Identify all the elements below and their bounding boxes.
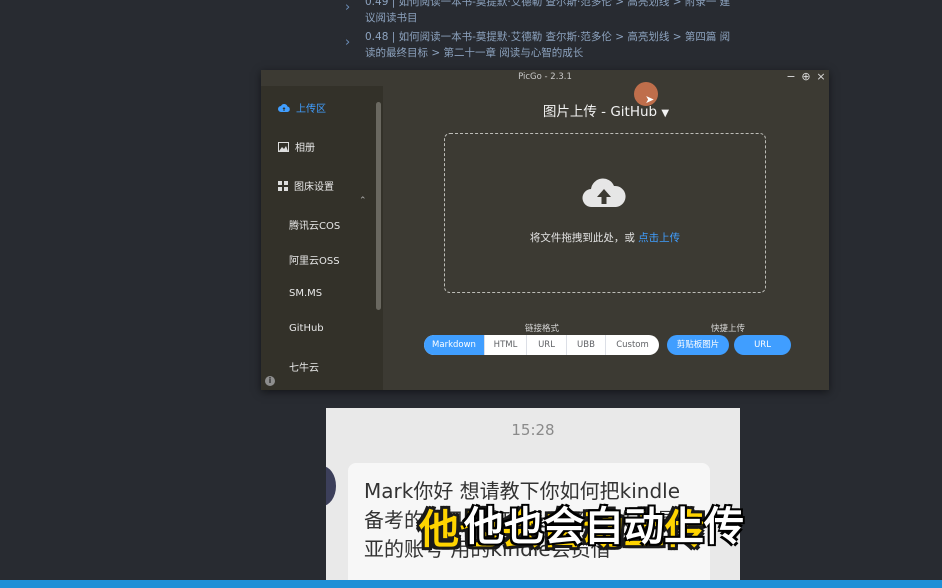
chevron-up-icon[interactable]: ⌃ xyxy=(359,196,367,206)
minimize-icon[interactable]: − xyxy=(785,71,797,83)
dropzone-hint: 将文件拖拽到此处，或 xyxy=(529,232,635,244)
quick-upload-label: 快捷上传 xyxy=(711,324,746,334)
video-caption: 他也会自动上传 xyxy=(464,494,744,552)
sidebar-item-aliyun-oss[interactable]: 阿里云OSS xyxy=(289,252,340,267)
image-icon xyxy=(278,141,289,152)
close-icon[interactable]: × xyxy=(815,71,827,83)
sidebar-item-album[interactable]: 相册 xyxy=(278,139,315,154)
list-item-text: 0.48 | 如何阅读一本书-莫提默·艾德勒 查尔斯·范多伦 > 高亮划线 > … xyxy=(365,31,731,59)
sidebar-item-upload[interactable]: 上传区 xyxy=(278,100,326,115)
dropzone-text: 将文件拖拽到此处，或 点击上传 xyxy=(445,230,765,245)
add-icon[interactable]: ⊕ xyxy=(800,71,812,83)
info-icon[interactable]: i xyxy=(265,376,275,386)
sidebar: 上传区 相册 图床设置 ⌃ 腾讯云COS 阿里云OSS SM.MS GitHub… xyxy=(261,86,383,390)
format-url-button[interactable]: URL xyxy=(527,335,567,355)
sidebar-item-smms[interactable]: SM.MS xyxy=(289,288,322,299)
cloud-upload-icon xyxy=(278,103,290,112)
picgo-window: PicGo - 2.3.1 − ⊕ × 上传区 相册 图床设置 ⌃ 腾讯云COS… xyxy=(261,70,829,390)
message-timestamp: 15:28 xyxy=(511,421,555,439)
sidebar-scrollbar[interactable] xyxy=(376,102,381,310)
picbed-selector-label: 图片上传 - GitHub xyxy=(542,104,658,120)
url-upload-button[interactable]: URL xyxy=(734,335,791,355)
upload-dropzone[interactable]: 将文件拖拽到此处，或 点击上传 xyxy=(444,133,766,293)
sidebar-item-label: 上传区 xyxy=(296,104,326,115)
format-markdown-button[interactable]: Markdown xyxy=(424,335,485,355)
caption-text: 他也会自动上传 xyxy=(464,504,744,550)
window-title: PicGo - 2.3.1 xyxy=(518,72,572,82)
link-format-label: 链接格式 xyxy=(525,324,560,334)
avatar xyxy=(326,466,336,506)
sidebar-item-github[interactable]: GitHub xyxy=(289,323,324,334)
progress-bar xyxy=(0,580,942,588)
format-ubb-button[interactable]: UBB xyxy=(567,335,606,355)
grid-icon xyxy=(278,180,288,191)
page-title[interactable]: 图片上传 - GitHub ▼ xyxy=(383,100,829,120)
chevron-right-icon: › xyxy=(345,35,351,50)
caret-down-icon: ▼ xyxy=(661,108,670,119)
format-custom-button[interactable]: Custom xyxy=(606,335,659,355)
sidebar-item-label: 图床设置 xyxy=(294,182,334,193)
sidebar-item-settings[interactable]: 图床设置 xyxy=(278,178,334,193)
link-format-selector: Markdown HTML URL UBB Custom xyxy=(424,335,659,355)
cloud-upload-icon xyxy=(582,178,626,208)
sidebar-item-label: 相册 xyxy=(295,143,315,154)
sidebar-item-qiniu[interactable]: 七牛云 xyxy=(289,359,319,374)
format-html-button[interactable]: HTML xyxy=(485,335,527,355)
list-item-text: 0.49 | 如何阅读一本书-莫提默·艾德勒 查尔斯·范多伦 > 高亮划线 > … xyxy=(365,0,731,24)
chevron-right-icon: › xyxy=(345,0,351,15)
cursor-icon: ➤ xyxy=(645,93,655,106)
title-bar: PicGo - 2.3.1 − ⊕ × xyxy=(261,70,829,86)
sidebar-item-tencent-cos[interactable]: 腾讯云COS xyxy=(289,217,340,232)
click-upload-link[interactable]: 点击上传 xyxy=(638,232,680,244)
clipboard-upload-button[interactable]: 剪贴板图片 xyxy=(667,335,729,355)
